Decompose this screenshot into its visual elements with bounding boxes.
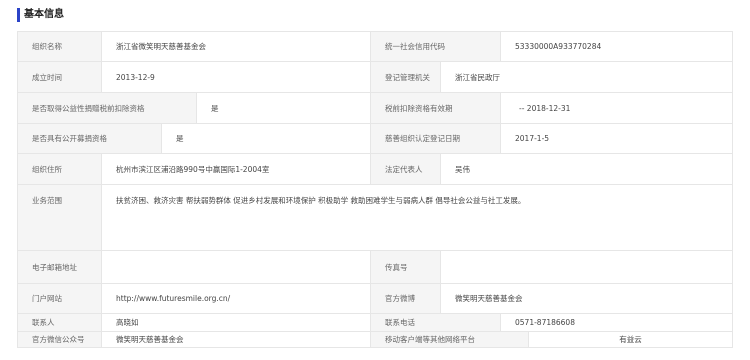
value-wechat-account: 微笑明天慈善基金会 (101, 332, 370, 347)
value-tax-deduction-qualified: 是 (196, 93, 370, 123)
label-contact-person: 联系人 (18, 314, 101, 331)
value-public-fundraising: 是 (161, 124, 370, 153)
info-row-public-fundraising: 是否具有公开募捐资格 是 慈善组织认定登记日期 2017-1-5 (18, 124, 732, 154)
value-address: 杭州市滨江区浦沿路990号中赢国际1-2004室 (101, 154, 370, 184)
info-row-contact: 联系人 高晓如 联系电话 0571-87186608 (18, 314, 732, 332)
label-org-name: 组织名称 (18, 32, 101, 61)
value-founded-date: 2013-12-9 (101, 62, 370, 92)
info-row-tax-deduction: 是否取得公益性捐赠税前扣除资格 是 税前扣除资格有效期 -- 2018-12-3… (18, 93, 732, 124)
label-business-scope: 业务范围 (18, 185, 101, 250)
label-legal-representative: 法定代表人 (370, 154, 440, 184)
label-registration-authority: 登记管理机关 (370, 62, 440, 92)
value-legal-representative: 吴伟 (440, 154, 732, 184)
value-fax (440, 251, 732, 283)
label-wechat-account: 官方微信公众号 (18, 332, 101, 347)
basic-info-table: 组织名称 浙江省微笑明天慈善基金会 统一社会信用代码 53330000A9337… (17, 31, 733, 348)
label-fax: 传真号 (370, 251, 440, 283)
label-tax-deduction-validity: 税前扣除资格有效期 (370, 93, 500, 123)
section-accent-bar (17, 8, 20, 22)
info-row-founded: 成立时间 2013-12-9 登记管理机关 浙江省民政厅 (18, 62, 732, 93)
value-website: http://www.futuresmile.org.cn/ (101, 284, 370, 313)
info-row-email: 电子邮箱地址 传真号 (18, 251, 732, 284)
label-contact-phone: 联系电话 (370, 314, 500, 331)
label-other-platforms: 移动客户端等其他网络平台 (370, 332, 528, 347)
label-founded-date: 成立时间 (18, 62, 101, 92)
value-email (101, 251, 370, 283)
value-org-name: 浙江省微笑明天慈善基金会 (101, 32, 370, 61)
info-row-org-name: 组织名称 浙江省微笑明天慈善基金会 统一社会信用代码 53330000A9337… (18, 32, 732, 62)
value-contact-phone: 0571-87186608 (500, 314, 732, 331)
label-official-weibo: 官方微博 (370, 284, 440, 313)
value-credit-code: 53330000A933770284 (500, 32, 732, 61)
label-charity-registration-date: 慈善组织认定登记日期 (370, 124, 500, 153)
value-contact-person: 高晓如 (101, 314, 370, 331)
info-row-address: 组织住所 杭州市滨江区浦沿路990号中赢国际1-2004室 法定代表人 吴伟 (18, 154, 732, 185)
value-tax-deduction-validity: -- 2018-12-31 (500, 93, 732, 123)
value-official-weibo: 微笑明天慈善基金会 (440, 284, 732, 313)
value-business-scope: 扶贫济困、救济灾害 帮扶弱势群体 促进乡村发展和环境保护 积极助学 救助困难学生… (101, 185, 732, 250)
label-email: 电子邮箱地址 (18, 251, 101, 283)
label-website: 门户网站 (18, 284, 101, 313)
label-public-fundraising: 是否具有公开募捐资格 (18, 124, 161, 153)
label-address: 组织住所 (18, 154, 101, 184)
label-credit-code: 统一社会信用代码 (370, 32, 500, 61)
info-row-wechat: 官方微信公众号 微笑明天慈善基金会 移动客户端等其他网络平台 有益云 (18, 332, 732, 347)
section-header: 基本信息 (17, 8, 64, 22)
info-row-business-scope: 业务范围 扶贫济困、救济灾害 帮扶弱势群体 促进乡村发展和环境保护 积极助学 救… (18, 185, 732, 251)
value-registration-authority: 浙江省民政厅 (440, 62, 732, 92)
info-row-website: 门户网站 http://www.futuresmile.org.cn/ 官方微博… (18, 284, 732, 314)
value-other-platforms: 有益云 (528, 332, 732, 347)
label-tax-deduction-qualified: 是否取得公益性捐赠税前扣除资格 (18, 93, 196, 123)
section-title: 基本信息 (24, 9, 64, 20)
value-charity-registration-date: 2017-1-5 (500, 124, 732, 153)
